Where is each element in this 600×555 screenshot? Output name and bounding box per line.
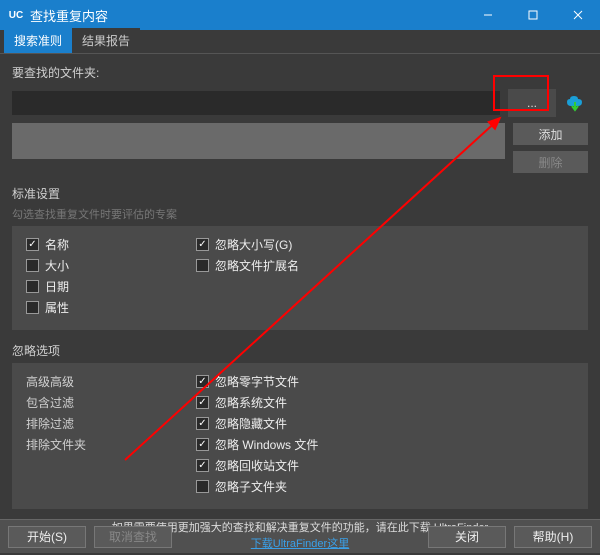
checkbox-zero-byte[interactable] xyxy=(196,375,209,388)
tab-results-report[interactable]: 结果报告 xyxy=(72,28,140,53)
label-ignore-ext: 忽略文件扩展名 xyxy=(215,257,299,274)
titlebar: UC 查找重复内容 xyxy=(0,0,600,30)
ellipsis-icon: ... xyxy=(527,96,537,110)
criteria-section: 标准设置 勾选查找重复文件时要评估的专案 名称 大小 日期 属性 忽略大小写(G… xyxy=(12,183,588,330)
close-dialog-button[interactable]: 关闭 xyxy=(428,526,506,548)
checkbox-hidden[interactable] xyxy=(196,417,209,430)
promo-link[interactable]: 下载UltraFinder这里 xyxy=(251,538,349,550)
checkbox-size[interactable] xyxy=(26,259,39,272)
checkbox-attrs[interactable] xyxy=(26,301,39,314)
label-name: 名称 xyxy=(45,236,69,253)
criteria-subtitle: 勾选查找重复文件时要评估的专案 xyxy=(12,206,588,226)
checkbox-recycle[interactable] xyxy=(196,459,209,472)
label-hidden: 忽略隐藏文件 xyxy=(215,415,287,432)
content-area: 要查找的文件夹: ... 添加 删除 标准设置 勾选查找重复文件时要评估的专案 … xyxy=(0,54,600,519)
checkbox-subfolders[interactable] xyxy=(196,480,209,493)
browse-button[interactable]: ... xyxy=(508,89,556,117)
cloud-download-icon[interactable] xyxy=(564,94,588,112)
label-windows: 忽略 Windows 文件 xyxy=(215,436,318,453)
link-exclude-filter[interactable]: 排除过滤 xyxy=(26,415,156,432)
window-title: 查找重复内容 xyxy=(30,6,108,25)
link-advanced[interactable]: 高级高级 xyxy=(26,373,156,390)
ignore-title: 忽略选项 xyxy=(12,340,588,363)
help-button[interactable]: 帮助(H) xyxy=(514,526,592,548)
maximize-button[interactable] xyxy=(510,0,555,30)
link-exclude-folder[interactable]: 排除文件夹 xyxy=(26,436,156,453)
add-button[interactable]: 添加 xyxy=(513,123,588,145)
link-include-filter[interactable]: 包含过滤 xyxy=(26,394,156,411)
label-attrs: 属性 xyxy=(45,299,69,316)
close-button[interactable] xyxy=(555,0,600,30)
criteria-title: 标准设置 xyxy=(12,183,588,206)
minimize-button[interactable] xyxy=(465,0,510,30)
label-ignore-case: 忽略大小写(G) xyxy=(215,236,292,253)
folder-path-input[interactable] xyxy=(12,91,500,115)
tab-search-criteria[interactable]: 搜索准则 xyxy=(4,28,72,53)
label-size: 大小 xyxy=(45,257,69,274)
tabbar: 搜索准则 结果报告 xyxy=(0,30,600,54)
label-zero-byte: 忽略零字节文件 xyxy=(215,373,299,390)
folder-path-row: ... xyxy=(12,89,588,117)
ignore-section: 忽略选项 高级高级 包含过滤 排除过滤 排除文件夹 忽略零字节文件 忽略系统文件… xyxy=(12,340,588,509)
checkbox-ignore-case[interactable] xyxy=(196,238,209,251)
app-logo-icon: UC xyxy=(8,7,24,23)
folder-label: 要查找的文件夹: xyxy=(12,64,588,81)
start-button[interactable]: 开始(S) xyxy=(8,526,86,548)
label-date: 日期 xyxy=(45,278,69,295)
label-recycle: 忽略回收站文件 xyxy=(215,457,299,474)
checkbox-name[interactable] xyxy=(26,238,39,251)
window-controls xyxy=(465,0,600,30)
checkbox-date[interactable] xyxy=(26,280,39,293)
folder-list-area: 添加 删除 xyxy=(12,123,588,173)
checkbox-system[interactable] xyxy=(196,396,209,409)
cancel-search-button[interactable]: 取消查找 xyxy=(94,526,172,548)
delete-button[interactable]: 删除 xyxy=(513,151,588,173)
checkbox-windows[interactable] xyxy=(196,438,209,451)
folder-list[interactable] xyxy=(12,123,505,159)
label-subfolders: 忽略子文件夹 xyxy=(215,478,287,495)
checkbox-ignore-ext[interactable] xyxy=(196,259,209,272)
label-system: 忽略系统文件 xyxy=(215,394,287,411)
